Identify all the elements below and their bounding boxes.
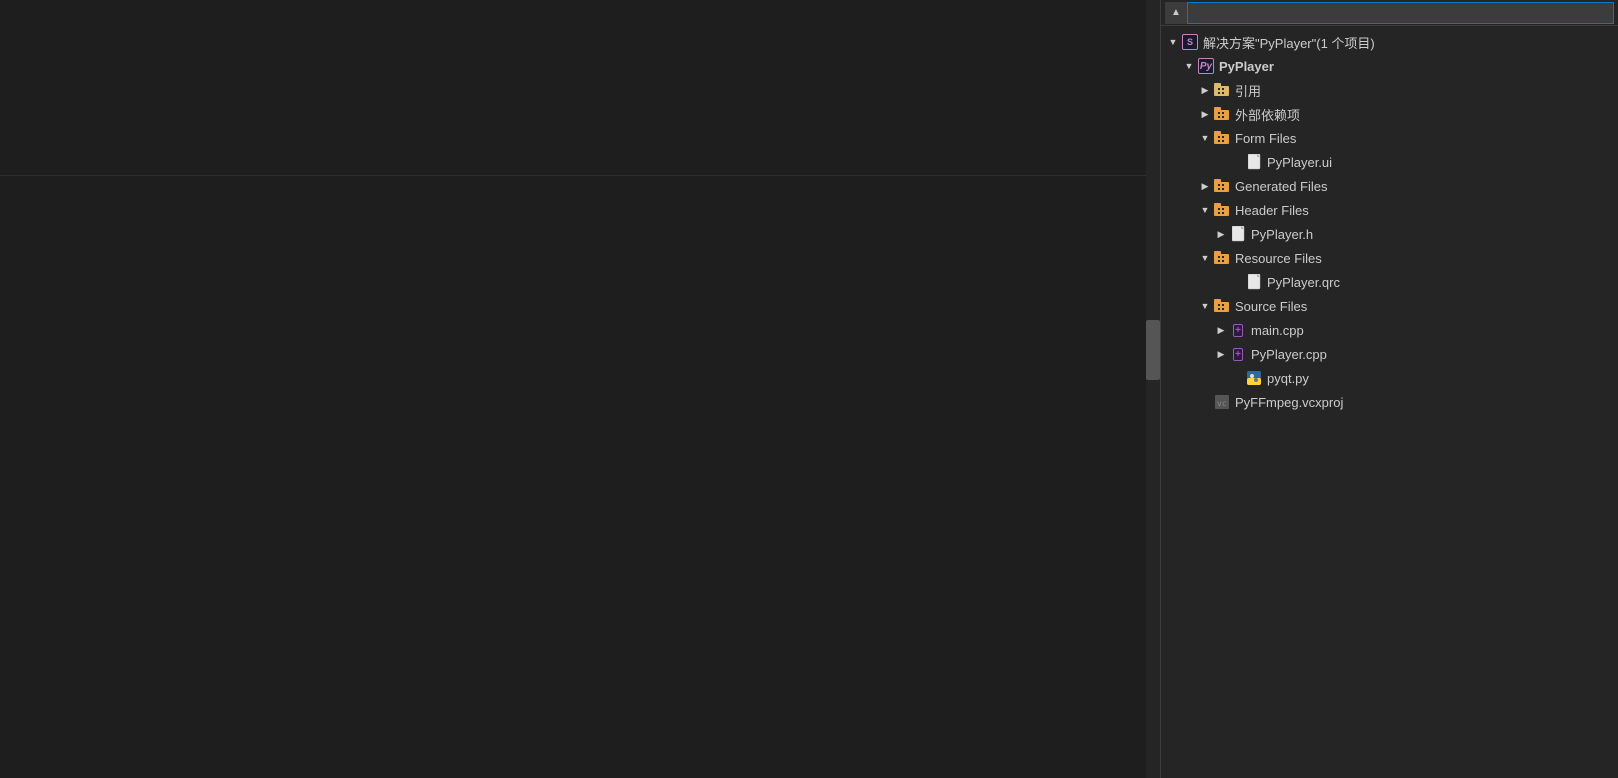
folder-form-icon: [1213, 129, 1231, 147]
folder-generated-icon: [1213, 177, 1231, 195]
expand-arrow-pyplayer-cpp: [1213, 346, 1229, 362]
scrollbar-thumb[interactable]: [1146, 320, 1160, 380]
solution-label: 解决方案"PyPlayer"(1 个项目): [1203, 33, 1610, 52]
tree-item-pyplayer-qrc[interactable]: PyPlayer.qrc: [1161, 270, 1618, 294]
expand-arrow-external: [1197, 106, 1213, 122]
project-item[interactable]: Py PyPlayer: [1161, 54, 1618, 78]
scrollbar-vertical[interactable]: [1146, 0, 1160, 778]
expand-arrow-resource: [1197, 250, 1213, 266]
folder-header-icon: [1213, 201, 1231, 219]
tree-item-pyplayer-cpp[interactable]: + PyPlayer.cpp: [1161, 342, 1618, 366]
pyplayer-qrc-label: PyPlayer.qrc: [1267, 275, 1610, 290]
solution-explorer-toolbar: ▲: [1161, 0, 1618, 26]
expand-arrow: [1165, 34, 1181, 50]
tree-item-pyqt-py[interactable]: pyqt.py: [1161, 366, 1618, 390]
ref-label: 引用: [1235, 81, 1610, 100]
source-files-label: Source Files: [1235, 299, 1610, 314]
horizontal-divider: [0, 175, 1146, 176]
file-ui-icon: [1245, 153, 1263, 171]
tree-item-source-files[interactable]: Source Files: [1161, 294, 1618, 318]
tree-item-form-files[interactable]: Form Files: [1161, 126, 1618, 150]
file-vcxproj-icon: vc: [1213, 393, 1231, 411]
search-input[interactable]: [1187, 2, 1614, 24]
pyplayer-ui-label: PyPlayer.ui: [1267, 155, 1610, 170]
solution-item[interactable]: S 解决方案"PyPlayer"(1 个项目): [1161, 30, 1618, 54]
pyplayer-h-label: PyPlayer.h: [1251, 227, 1610, 242]
file-cpp-player-icon: +: [1229, 345, 1247, 363]
resource-files-label: Resource Files: [1235, 251, 1610, 266]
project-label: PyPlayer: [1219, 59, 1610, 74]
main-cpp-label: main.cpp: [1251, 323, 1610, 338]
expand-arrow-ref: [1197, 82, 1213, 98]
tree-item-pyplayer-h[interactable]: PyPlayer.h: [1161, 222, 1618, 246]
svg-text:vc: vc: [1217, 399, 1227, 408]
tree-item-pyplayer-ui[interactable]: PyPlayer.ui: [1161, 150, 1618, 174]
pyqt-py-label: pyqt.py: [1267, 371, 1610, 386]
solution-tree: S 解决方案"PyPlayer"(1 个项目) Py PyPlayer: [1161, 26, 1618, 418]
tree-item-external[interactable]: 外部依赖项: [1161, 102, 1618, 126]
expand-arrow-source: [1197, 298, 1213, 314]
expand-arrow-header: [1197, 202, 1213, 218]
tree-item-header-files[interactable]: Header Files: [1161, 198, 1618, 222]
file-h-icon: [1229, 225, 1247, 243]
solution-icon: S: [1181, 33, 1199, 51]
form-files-label: Form Files: [1235, 131, 1610, 146]
expand-arrow-generated: [1197, 178, 1213, 194]
tree-item-resource-files[interactable]: Resource Files: [1161, 246, 1618, 270]
project-icon: Py: [1197, 57, 1215, 75]
expand-arrow: [1181, 58, 1197, 74]
tree-item-main-cpp[interactable]: + main.cpp: [1161, 318, 1618, 342]
expand-arrow-pyplayer-h: [1213, 226, 1229, 242]
editor-area: [0, 0, 1160, 778]
folder-ref-icon: [1213, 81, 1231, 99]
file-py-icon: [1245, 369, 1263, 387]
header-files-label: Header Files: [1235, 203, 1610, 218]
generated-files-label: Generated Files: [1235, 179, 1610, 194]
solution-explorer-panel: ▲ S 解决方案"PyPlayer"(1 个项目) Py PyPlayer: [1160, 0, 1618, 778]
tree-item-vcxproj[interactable]: vc PyFFmpeg.vcxproj: [1161, 390, 1618, 414]
folder-resource-icon: [1213, 249, 1231, 267]
expand-arrow-form: [1197, 130, 1213, 146]
folder-source-icon: [1213, 297, 1231, 315]
expand-arrow-main-cpp: [1213, 322, 1229, 338]
scroll-up-button[interactable]: ▲: [1165, 2, 1187, 24]
pyplayer-cpp-label: PyPlayer.cpp: [1251, 347, 1610, 362]
file-qrc-icon: [1245, 273, 1263, 291]
vcxproj-label: PyFFmpeg.vcxproj: [1235, 395, 1610, 410]
folder-external-icon: [1213, 105, 1231, 123]
external-label: 外部依赖项: [1235, 105, 1610, 124]
tree-item-generated-files[interactable]: Generated Files: [1161, 174, 1618, 198]
tree-item-ref[interactable]: 引用: [1161, 78, 1618, 102]
file-cpp-main-icon: +: [1229, 321, 1247, 339]
